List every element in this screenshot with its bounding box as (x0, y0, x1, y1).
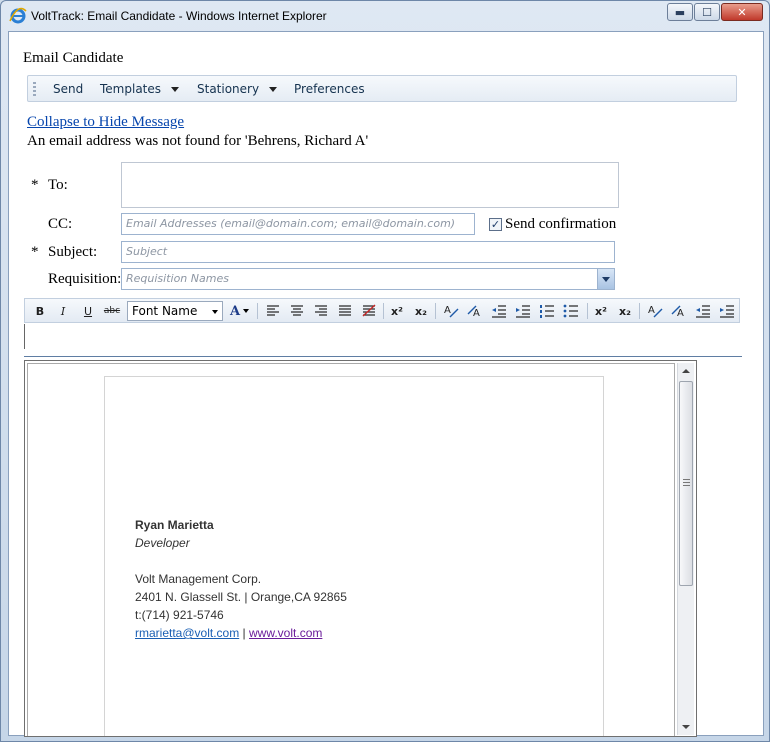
subscript-button[interactable]: x₂ (411, 302, 431, 320)
window-title: VoltTrack: Email Candidate - Windows Int… (31, 9, 327, 23)
outdent-icon-2[interactable] (693, 302, 713, 320)
missing-email-warning: An email address was not found for 'Behr… (27, 133, 369, 149)
chevron-down-icon (243, 309, 249, 313)
templates-menu[interactable]: Templates (100, 82, 180, 96)
superscript-button-2[interactable]: x² (591, 302, 611, 320)
bold-button[interactable]: B (30, 302, 50, 320)
superscript-button[interactable]: x² (387, 302, 407, 320)
cc-input[interactable]: Email Addresses (email@domain.com; email… (121, 213, 475, 235)
requisition-label: Requisition: (48, 271, 122, 287)
svg-text:A: A (473, 308, 480, 319)
minimize-icon: ▬ (674, 5, 686, 19)
subscript-button-2[interactable]: x₂ (615, 302, 635, 320)
title-bar: VoltTrack: Email Candidate - Windows Int… (1, 1, 769, 31)
signature-company: Volt Management Corp. (135, 572, 262, 586)
stationery-label: Stationery (197, 82, 260, 96)
internet-explorer-icon (9, 7, 27, 24)
to-label: To: (48, 177, 68, 193)
chevron-down-icon (269, 87, 278, 92)
signature-email-link[interactable]: rmarietta@volt.com (135, 626, 239, 640)
signature-website-link[interactable]: www.volt.com (249, 626, 322, 640)
indent-icon-2[interactable] (717, 302, 737, 320)
close-button[interactable]: ✕ (721, 3, 763, 21)
close-icon: ✕ (737, 5, 747, 19)
signature-address: 2401 N. Glassell St. | Orange,CA 92865 (135, 590, 347, 604)
align-right-icon[interactable] (311, 302, 331, 320)
chevron-up-icon (682, 369, 690, 373)
clear-format-icon[interactable]: A (441, 302, 461, 320)
toolbar-separator (639, 303, 640, 319)
font-name-value: Font Name (132, 304, 198, 318)
chevron-down-icon (682, 725, 690, 729)
numbered-list-icon[interactable] (537, 302, 557, 320)
signature-role: Developer (135, 536, 190, 550)
bulleted-list-icon[interactable] (561, 302, 581, 320)
requisition-dropdown-button[interactable] (597, 269, 614, 289)
font-color-dropdown[interactable] (241, 302, 251, 320)
send-confirmation-label: Send confirmation (505, 216, 617, 232)
clear-format-icon-2[interactable]: A (645, 302, 665, 320)
subject-label: Subject: (48, 244, 98, 260)
signature-name: Ryan Marietta (135, 518, 214, 532)
editor-content-area[interactable]: Ryan Marietta Developer Volt Management … (27, 363, 675, 736)
stationery-menu[interactable]: Stationery (197, 82, 278, 96)
collapse-message-link[interactable]: Collapse to Hide Message (27, 114, 184, 131)
send-button[interactable]: Send (53, 82, 83, 96)
templates-label: Templates (100, 82, 162, 96)
align-center-icon[interactable] (287, 302, 307, 320)
font-name-select[interactable]: Font Name (127, 301, 223, 321)
editor-divider (24, 356, 742, 357)
chevron-down-icon (212, 310, 218, 314)
signature-links: rmarietta@volt.com | www.volt.com (135, 626, 322, 640)
maximize-button[interactable]: ☐ (694, 3, 720, 21)
underline-button[interactable]: U (78, 302, 98, 320)
grip-icon (683, 479, 690, 486)
scrollbar-thumb[interactable] (679, 381, 693, 586)
signature-phone: t:(714) 921-5746 (135, 608, 224, 622)
minimize-button[interactable]: ▬ (667, 3, 693, 21)
send-confirmation-checkbox[interactable]: ✓ (489, 218, 502, 231)
format-stripper-icon[interactable]: A (465, 302, 485, 320)
cc-label: CC: (48, 216, 73, 232)
svg-text:A: A (444, 305, 451, 316)
browser-window: VoltTrack: Email Candidate - Windows Int… (0, 0, 770, 742)
chevron-down-icon (171, 87, 180, 92)
justify-icon[interactable] (335, 302, 355, 320)
email-toolbar: Send Templates Stationery Preferences (27, 75, 737, 102)
required-marker: * (31, 177, 39, 193)
signature-separator: | (242, 626, 246, 640)
page-title: Email Candidate (23, 50, 124, 66)
requisition-combobox[interactable]: Requisition Names (121, 268, 615, 290)
scroll-up-button[interactable] (678, 363, 694, 379)
svg-text:A: A (677, 308, 684, 319)
indent-icon[interactable] (513, 302, 533, 320)
subject-input[interactable]: Subject (121, 241, 615, 263)
stationery-sheet[interactable]: Ryan Marietta Developer Volt Management … (104, 376, 604, 736)
svg-text:A: A (648, 305, 655, 316)
scroll-down-button[interactable] (678, 719, 694, 735)
editor-scrollbar[interactable] (677, 363, 694, 735)
toolbar-separator (257, 303, 258, 319)
editor-caret (24, 324, 25, 349)
remove-alignment-icon[interactable] (359, 302, 379, 320)
required-marker: * (31, 244, 39, 260)
editor-toolbar: B I U abc Font Name A x² x₂ A A x² x₂ A … (24, 298, 740, 323)
to-recipients-field[interactable] (121, 162, 619, 208)
strikethrough-button[interactable]: abc (102, 302, 122, 320)
message-editor[interactable]: Ryan Marietta Developer Volt Management … (24, 360, 697, 737)
outdent-icon[interactable] (489, 302, 509, 320)
toolbar-separator (435, 303, 436, 319)
requisition-placeholder: Requisition Names (126, 272, 229, 285)
window-controls: ▬ ☐ ✕ (667, 3, 763, 21)
maximize-icon: ☐ (702, 5, 712, 19)
format-stripper-icon-2[interactable]: A (669, 302, 689, 320)
page-content: Email Candidate Send Templates Stationer… (8, 31, 764, 737)
toolbar-separator (383, 303, 384, 319)
toolbar-grip-icon[interactable] (33, 82, 36, 96)
chevron-down-icon (602, 277, 610, 282)
preferences-button[interactable]: Preferences (294, 82, 365, 96)
toolbar-separator (587, 303, 588, 319)
align-left-icon[interactable] (263, 302, 283, 320)
italic-button[interactable]: I (53, 302, 73, 320)
